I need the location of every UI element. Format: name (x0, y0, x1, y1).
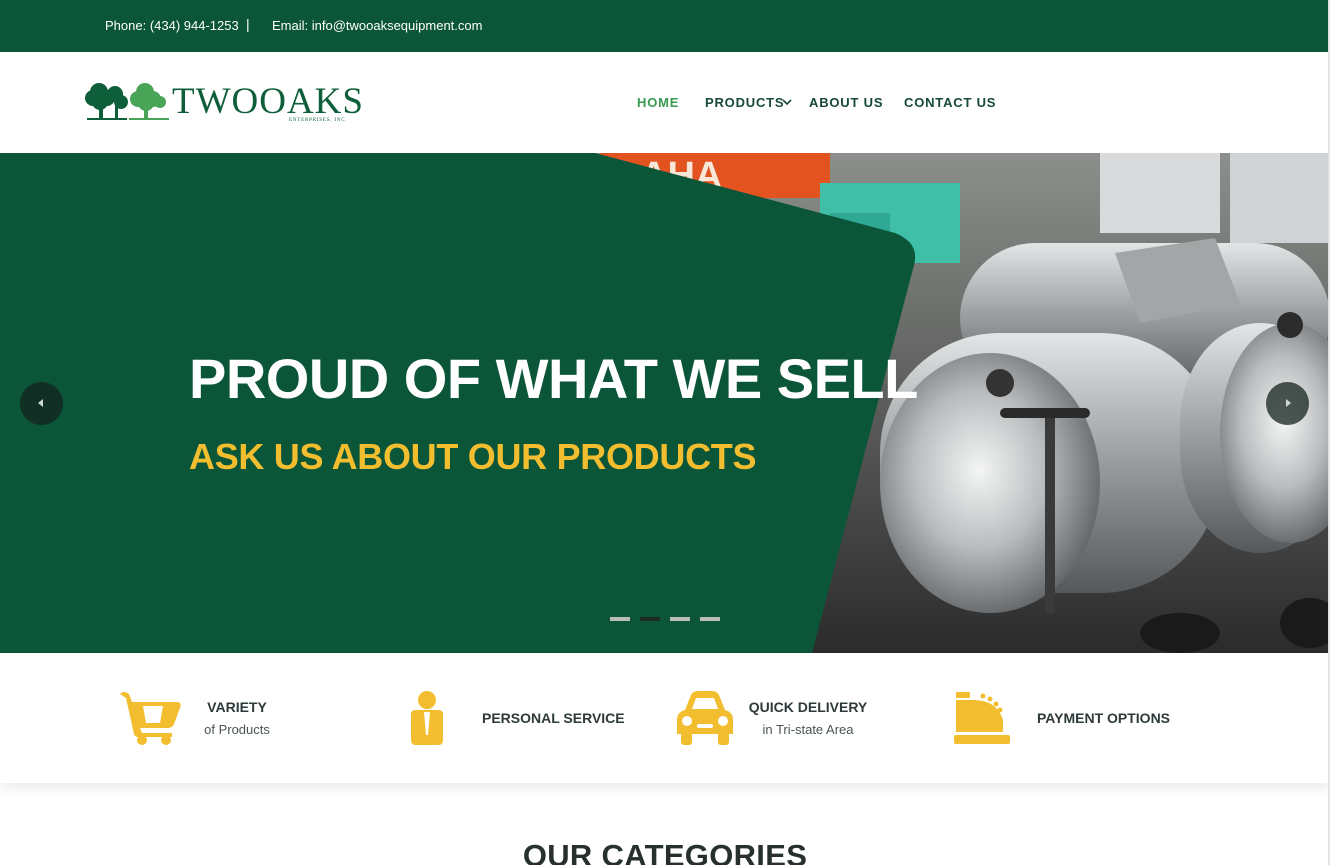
cash-register-icon (954, 692, 1010, 744)
feature-title-quick-delivery: QUICK DELIVERY (748, 699, 868, 715)
topbar-separator: | (246, 16, 250, 32)
email-text[interactable]: Email: info@twooaksequipment.com (272, 18, 482, 33)
slider-dot-2[interactable] (640, 617, 660, 621)
car-icon (677, 691, 733, 745)
caret-right-icon (1286, 399, 1291, 407)
feature-title-variety: VARIETY (207, 699, 267, 715)
person-icon (411, 691, 443, 745)
slider-prev-button[interactable] (20, 382, 63, 425)
nav-contact-us[interactable]: CONTACT US (904, 95, 996, 110)
feature-subtitle-variety: of Products (204, 722, 270, 737)
nav-about-us[interactable]: ABOUT US (809, 95, 883, 110)
slider-dot-3[interactable] (670, 617, 690, 621)
caret-left-icon (38, 399, 43, 407)
logo-subtitle: ENTERPRISES, INC (289, 118, 346, 123)
top-contact-bar: Phone: (434) 944-1253 | Email: info@twoo… (0, 0, 1330, 52)
site-header: TWOOAKS ENTERPRISES, INC HOME PRODUCTS A… (0, 52, 1330, 153)
slider-next-button[interactable] (1266, 382, 1309, 425)
features-strip: VARIETY of Products PERSONAL SERVICE QUI… (0, 653, 1330, 783)
logo-wordmark[interactable]: TWOOAKS (172, 80, 364, 123)
hero-title: PROUD OF WHAT WE SELL (189, 347, 918, 410)
feature-title-personal-service: PERSONAL SERVICE (482, 710, 625, 726)
logo-wordmark-text: TWOOAKS (172, 81, 364, 122)
feature-subtitle-quick-delivery: in Tri-state Area (762, 722, 854, 737)
nav-home[interactable]: HOME (637, 95, 679, 110)
nav-products[interactable]: PRODUCTS (705, 95, 784, 110)
oak-trees-icon (85, 83, 169, 120)
chevron-down-icon[interactable] (781, 96, 793, 108)
feature-title-payment-options: PAYMENT OPTIONS (1037, 710, 1171, 726)
shopping-cart-icon (120, 692, 181, 745)
slider-dot-4[interactable] (700, 617, 720, 621)
hero-subtitle: ASK US ABOUT OUR PRODUCTS (189, 436, 757, 477)
slider-dot-1[interactable] (610, 617, 630, 621)
phone-text[interactable]: Phone: (434) 944-1253 (105, 18, 239, 33)
hero-slider: AHA PROUD OF WHAT WE SELL ASK US ABOUT O… (0, 153, 1330, 653)
categories-heading: OUR CATEGORIES (522, 838, 808, 865)
